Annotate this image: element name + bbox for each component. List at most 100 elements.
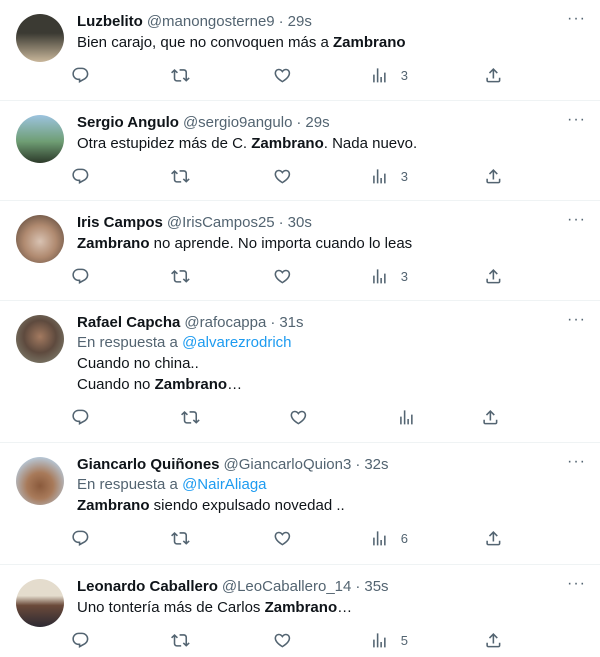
tweet-actions: 3 [71,53,584,97]
text-bold: Zambrano [77,497,150,514]
share-button[interactable] [484,529,503,548]
like-button[interactable] [273,529,370,548]
reply-icon [72,409,89,425]
author-handle[interactable]: @IrisCampos25 [167,213,275,233]
reply-to-link[interactable]: @alvarezrodrich [182,334,291,351]
reply-button[interactable] [71,167,171,186]
avatar[interactable] [16,115,64,163]
timestamp[interactable]: 35s [364,577,388,597]
tweet-body: Leonardo Caballero @LeoCaballero_14 · 35… [72,577,584,657]
author-name[interactable]: Giancarlo Quiñones [77,455,220,475]
like-button[interactable] [273,267,370,286]
retweet-icon [171,68,190,82]
tweet[interactable]: Sergio Angulo @sergio9angulo · 29s Otra … [0,101,600,201]
avatar[interactable] [16,579,64,627]
timestamp[interactable]: 32s [364,455,388,475]
author-handle[interactable]: @GiancarloQuion3 [224,455,352,475]
avatar[interactable] [16,14,64,62]
reply-button[interactable] [71,631,171,650]
more-options-icon[interactable]: ··· [567,576,586,592]
reply-button[interactable] [71,408,181,427]
text-bold: Zambrano [77,235,150,252]
views-button[interactable]: 3 [370,167,484,186]
like-button[interactable] [273,631,370,650]
heart-icon [274,531,291,546]
text-part: . Nada nuevo. [323,135,418,152]
author-name[interactable]: Sergio Angulo [77,113,179,133]
more-options-icon[interactable]: ··· [567,454,586,470]
avatar[interactable] [16,457,64,505]
separator-dot: · [296,114,302,131]
share-icon [486,168,501,184]
retweet-button[interactable] [171,66,273,85]
reply-to-link[interactable]: @NairAliaga [182,476,266,493]
share-button[interactable] [484,267,503,286]
views-button[interactable]: 5 [370,631,484,650]
retweet-icon [171,531,190,545]
author-handle[interactable]: @manongosterne9 [147,12,275,32]
tweet-actions: 3 [71,154,584,198]
views-button[interactable] [397,408,481,427]
retweet-button[interactable] [171,631,273,650]
timestamp[interactable]: 29s [288,12,312,32]
tweet-text: Uno tontería más de Carlos Zambrano… [77,597,584,618]
like-button[interactable] [273,167,370,186]
like-button[interactable] [273,66,370,85]
text-line: Cuando no china.. [77,353,584,374]
timestamp[interactable]: 29s [305,113,329,133]
reply-context: En respuesta a @NairAliaga [77,475,584,495]
retweet-button[interactable] [181,408,289,427]
author-name[interactable]: Rafael Capcha [77,313,180,333]
more-options-icon[interactable]: ··· [567,312,586,328]
more-options-icon[interactable]: ··· [567,11,586,27]
reply-icon [72,632,89,648]
tweet-actions [71,395,584,439]
author-name[interactable]: Luzbelito [77,12,143,32]
reply-context: En respuesta a @alvarezrodrich [77,333,584,353]
views-button[interactable]: 3 [370,66,484,85]
tweet[interactable]: Giancarlo Quiñones @GiancarloQuion3 · 32… [0,443,600,565]
share-button[interactable] [484,631,503,650]
share-button[interactable] [481,408,500,427]
tweet[interactable]: Leonardo Caballero @LeoCaballero_14 · 35… [0,565,600,657]
like-button[interactable] [289,408,397,427]
text-part: … [227,376,243,393]
heart-icon [274,269,291,284]
author-handle[interactable]: @sergio9angulo [183,113,292,133]
share-button[interactable] [484,66,503,85]
bar-chart-icon [373,168,386,184]
avatar[interactable] [16,215,64,263]
share-icon [486,632,501,648]
share-icon [483,409,498,425]
views-button[interactable]: 6 [370,529,484,548]
avatar[interactable] [16,315,64,363]
more-options-icon[interactable]: ··· [567,212,586,228]
views-button[interactable]: 3 [370,267,484,286]
author-name[interactable]: Leonardo Caballero [77,577,218,597]
retweet-icon [171,269,190,283]
author-handle[interactable]: @rafocappa [184,313,266,333]
timestamp[interactable]: 31s [279,313,303,333]
bar-chart-icon [373,268,386,284]
more-options-icon[interactable]: ··· [567,112,586,128]
share-button[interactable] [484,167,503,186]
retweet-button[interactable] [171,267,273,286]
tweet[interactable]: Iris Campos @IrisCampos25 · 30s Zambrano… [0,201,600,301]
views-count: 3 [400,67,408,83]
retweet-button[interactable] [171,167,273,186]
tweet-body: Giancarlo Quiñones @GiancarloQuion3 · 32… [72,455,584,564]
reply-icon [72,168,89,184]
text-part: siendo expulsado novedad .. [149,497,345,514]
retweet-button[interactable] [171,529,273,548]
reply-button[interactable] [71,66,171,85]
heart-icon [274,169,291,184]
tweet[interactable]: Rafael Capcha @rafocappa · 31s En respue… [0,301,600,443]
reply-button[interactable] [71,529,171,548]
bar-chart-icon [373,67,386,83]
timestamp[interactable]: 30s [288,213,312,233]
reply-button[interactable] [71,267,171,286]
author-name[interactable]: Iris Campos [77,213,163,233]
author-handle[interactable]: @LeoCaballero_14 [222,577,352,597]
tweet-actions: 6 [71,516,584,560]
tweet[interactable]: Luzbelito @manongosterne9 · 29s Bien car… [0,0,600,101]
